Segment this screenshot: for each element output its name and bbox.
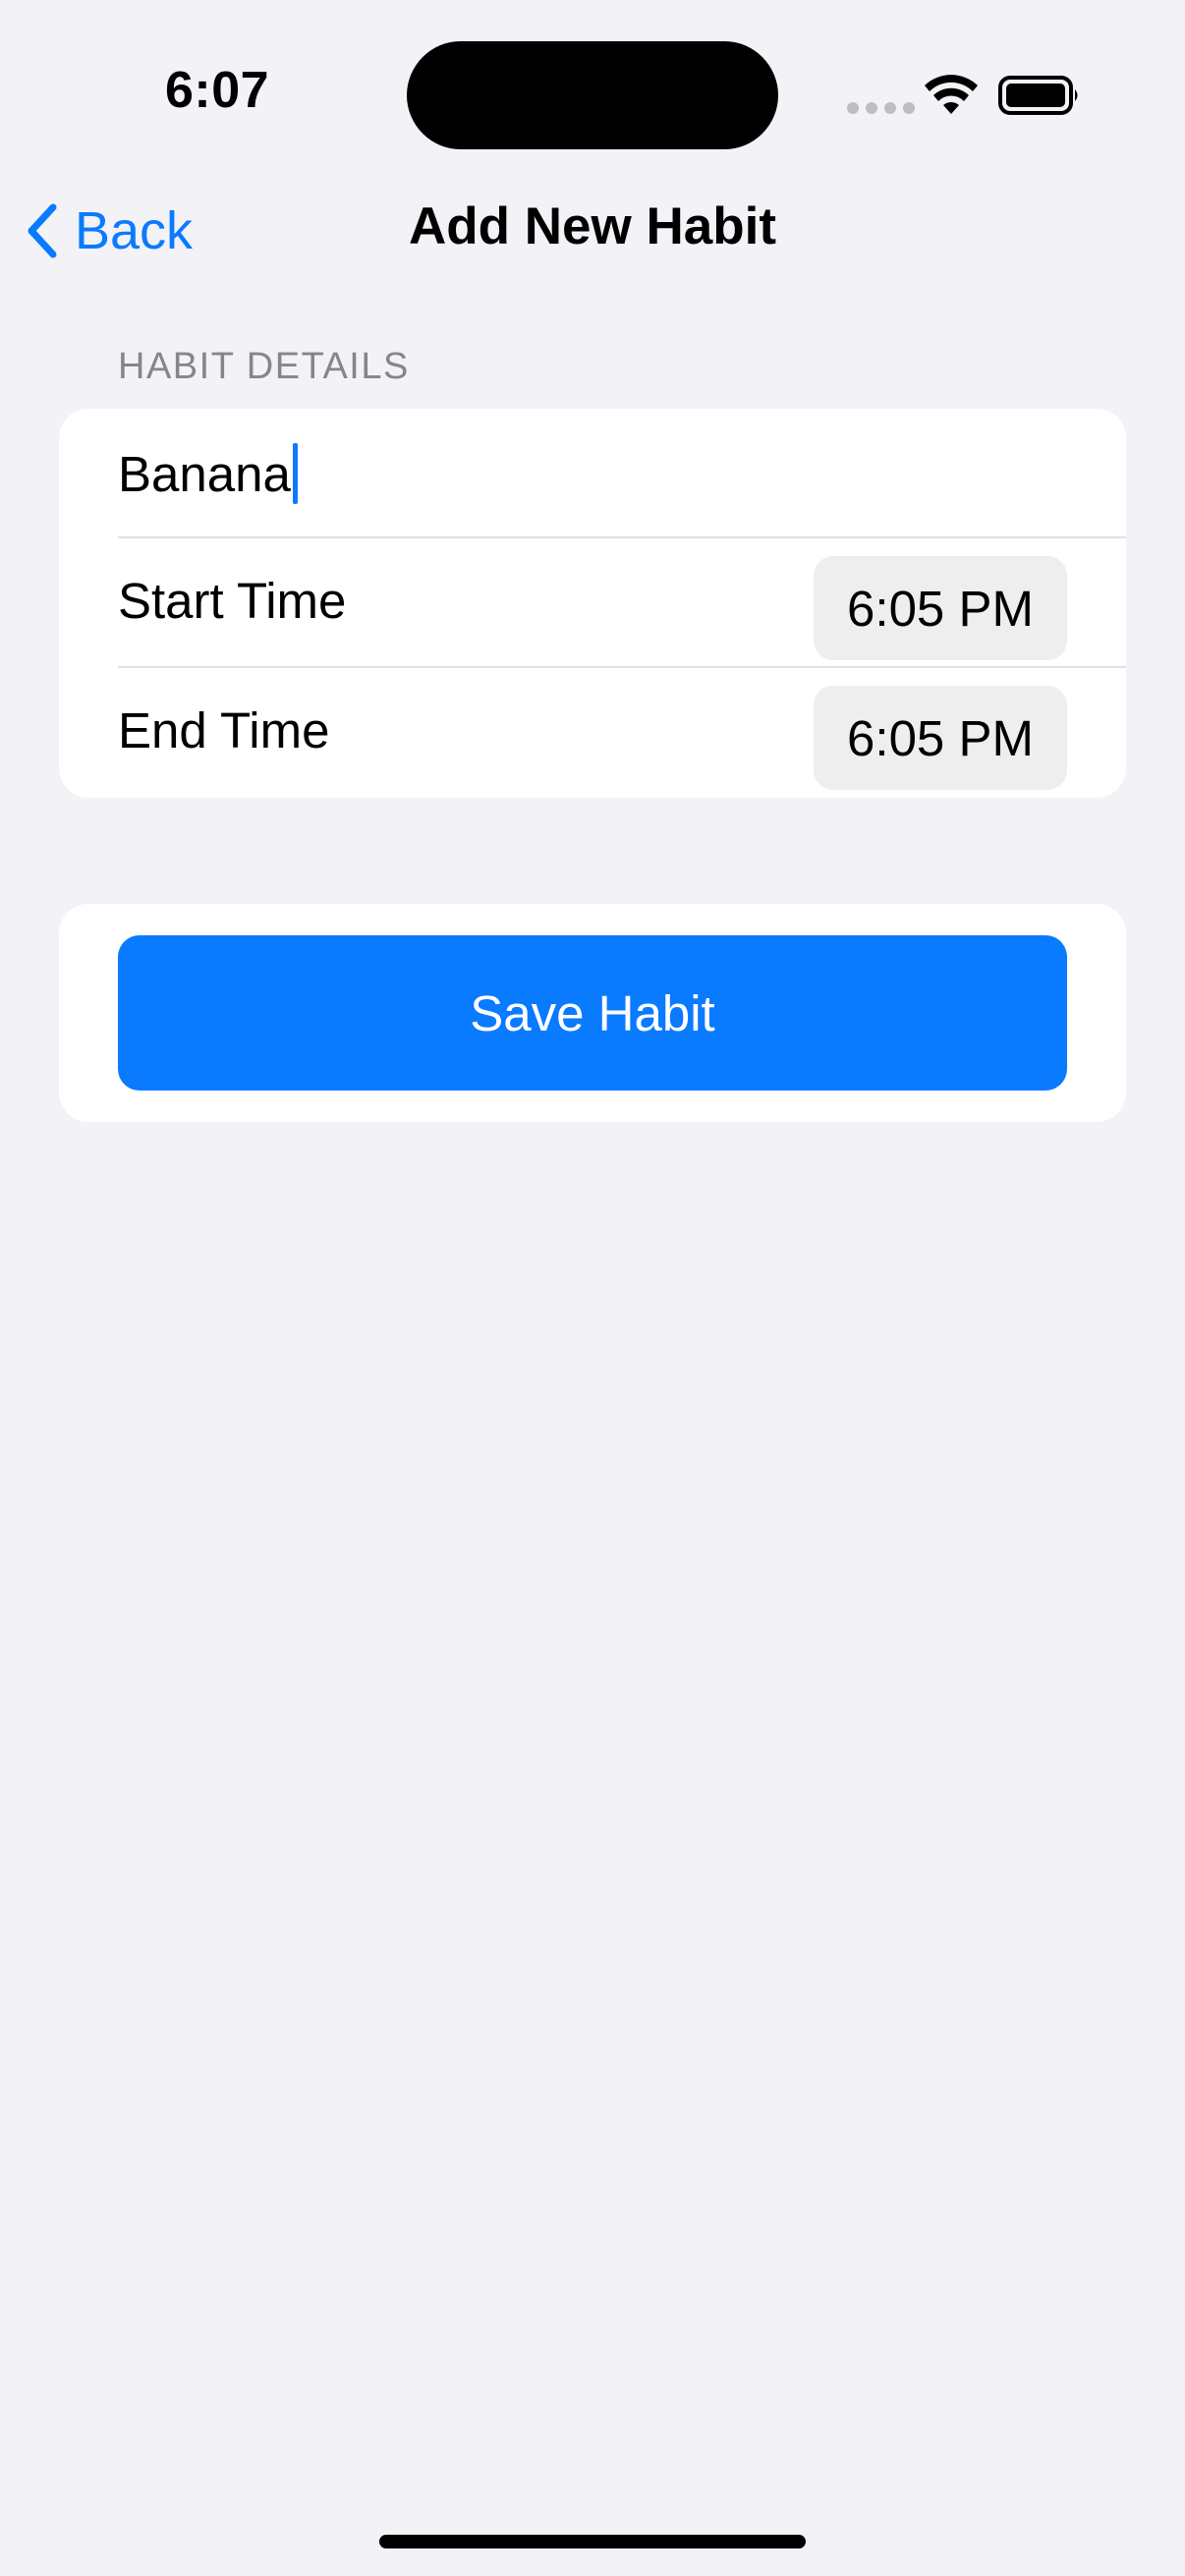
start-time-label: Start Time <box>118 573 347 629</box>
cellular-signal-icon <box>847 102 915 116</box>
habit-name-input[interactable]: Banana <box>118 438 1061 509</box>
text-cursor <box>292 443 298 504</box>
end-time-row: End Time 6:05 PM <box>59 668 1126 798</box>
habit-details-card: Banana Start Time 6:05 PM End Time 6:05 … <box>59 409 1126 798</box>
home-indicator[interactable] <box>379 2535 806 2548</box>
end-time-picker[interactable]: 6:05 PM <box>814 686 1067 790</box>
save-habit-button[interactable]: Save Habit <box>118 935 1067 1091</box>
end-time-label: End Time <box>118 702 330 758</box>
page-title: Add New Habit <box>409 197 776 255</box>
habit-name-value: Banana <box>118 445 291 502</box>
section-header: HABIT DETAILS <box>118 346 410 387</box>
wifi-icon <box>925 75 978 114</box>
save-card: Save Habit <box>59 904 1126 1122</box>
habit-name-row: Banana <box>59 409 1126 538</box>
start-time-row: Start Time 6:05 PM <box>59 538 1126 668</box>
status-time: 6:07 <box>165 62 270 119</box>
start-time-picker[interactable]: 6:05 PM <box>814 556 1067 660</box>
battery-icon <box>998 76 1078 115</box>
dynamic-island <box>407 41 778 149</box>
